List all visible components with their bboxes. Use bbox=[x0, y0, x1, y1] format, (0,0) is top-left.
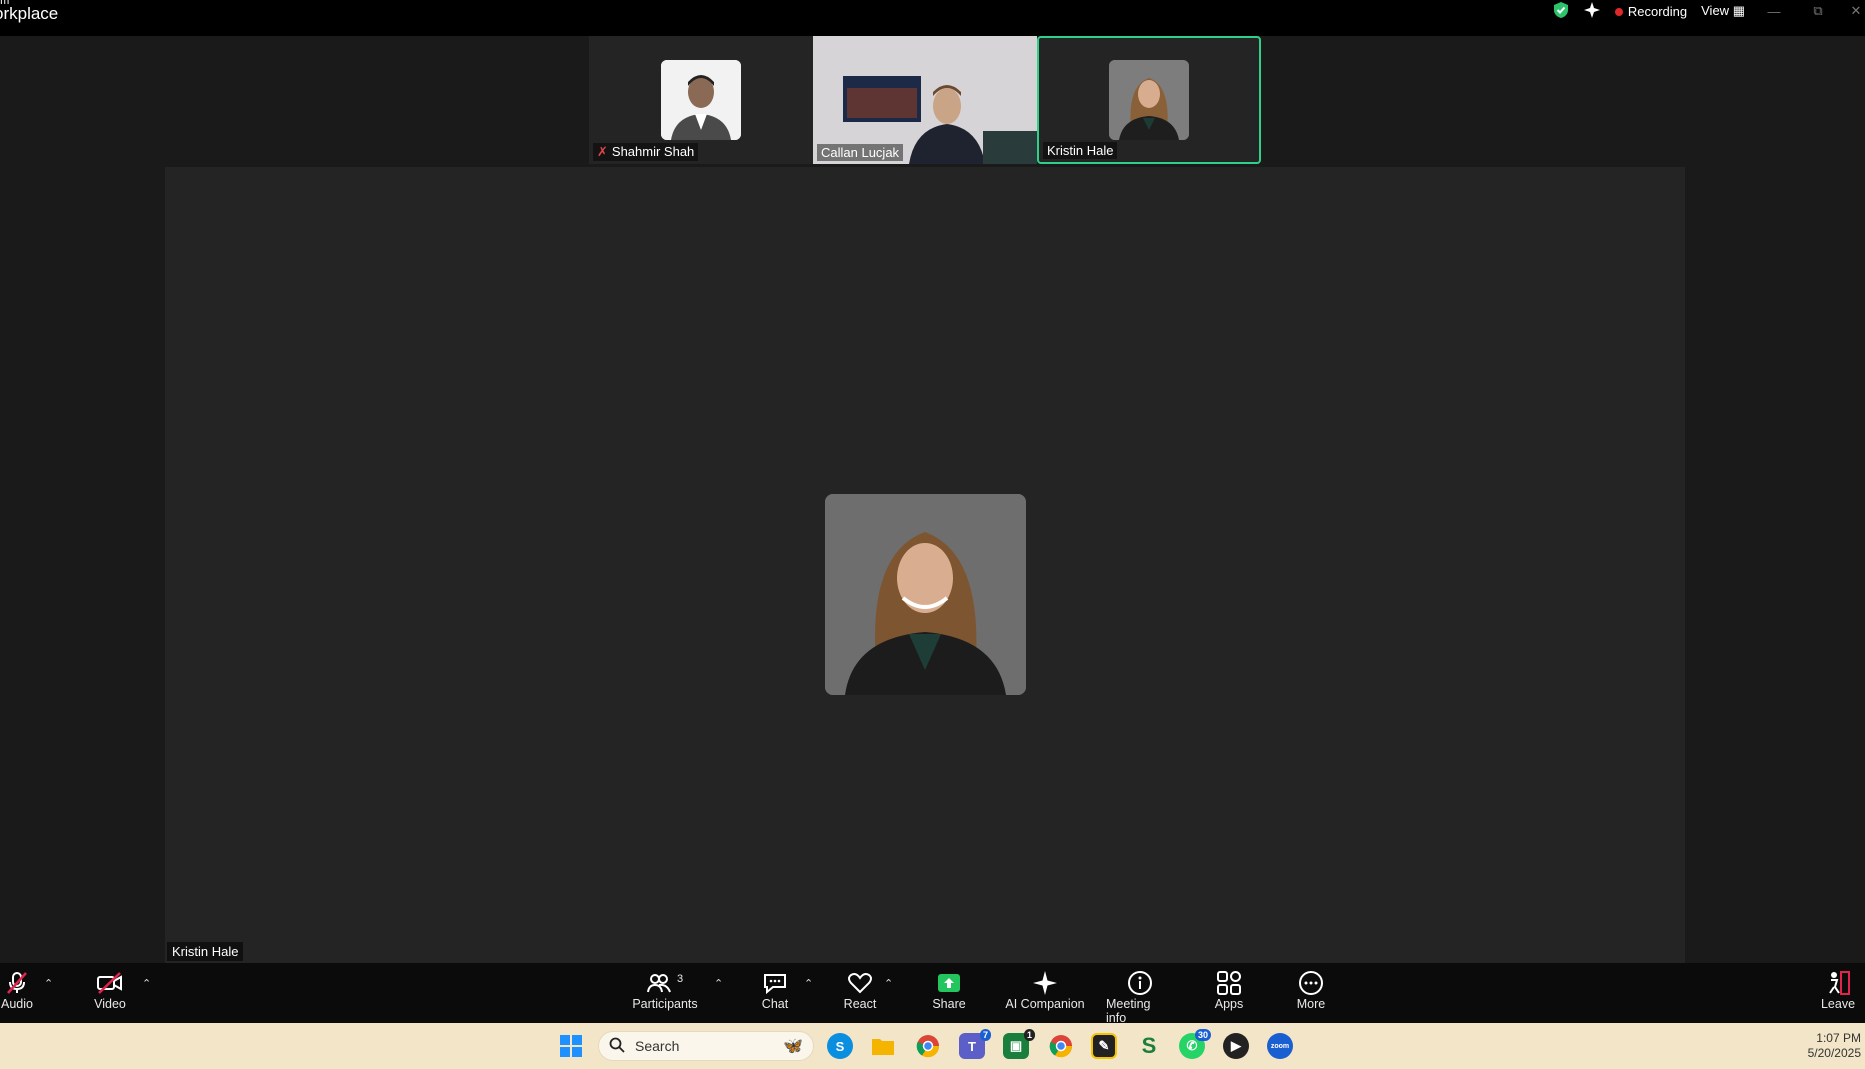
avatar bbox=[1109, 60, 1189, 140]
file-explorer-icon[interactable] bbox=[870, 1033, 896, 1059]
apps-button[interactable]: Apps bbox=[1214, 969, 1244, 1011]
info-icon bbox=[1127, 969, 1153, 997]
search-highlight-icon: 🦋 bbox=[783, 1038, 803, 1055]
react-options-chevron-icon[interactable]: ⌃ bbox=[884, 977, 893, 990]
ai-sparkle-icon bbox=[1032, 969, 1058, 997]
title-bar-controls: Recording View ▦ — ⧉ ✕ bbox=[1539, 0, 1865, 22]
chrome-profile-icon[interactable] bbox=[1048, 1033, 1074, 1059]
view-label: View bbox=[1701, 3, 1730, 18]
apps-icon bbox=[1216, 969, 1242, 997]
teams-icon[interactable]: T7 bbox=[959, 1029, 991, 1059]
audio-label: Audio bbox=[1, 997, 33, 1011]
tile-name-text: Callan Lucjak bbox=[821, 145, 900, 160]
shield-icon[interactable] bbox=[1553, 1, 1569, 22]
sharepoint-icon[interactable]: S bbox=[1136, 1033, 1162, 1059]
audio-options-chevron-icon[interactable]: ⌃ bbox=[44, 977, 53, 990]
heart-icon bbox=[847, 969, 873, 997]
whatsapp-badge: 30 bbox=[1194, 1029, 1211, 1041]
app-title-line2: orkplace bbox=[0, 4, 59, 23]
chat-label: Chat bbox=[761, 997, 789, 1011]
tile-name-label: Kristin Hale bbox=[1043, 142, 1118, 159]
minimize-icon[interactable]: — bbox=[1759, 4, 1789, 19]
chrome-icon[interactable] bbox=[915, 1033, 941, 1059]
ai-companion-button[interactable]: AI Companion bbox=[1005, 969, 1085, 1011]
share-button[interactable]: Share bbox=[932, 969, 966, 1011]
react-button[interactable]: React bbox=[843, 969, 877, 1011]
participants-icon: 3 bbox=[646, 969, 684, 997]
meeting-info-button[interactable]: Meeting info bbox=[1106, 969, 1174, 1025]
video-label: Video bbox=[94, 997, 126, 1011]
ai-companion-label: AI Companion bbox=[1005, 997, 1085, 1011]
title-bar: om orkplace Recording View ▦ — ⧉ ✕ bbox=[0, 0, 1865, 36]
close-icon[interactable]: ✕ bbox=[1847, 3, 1865, 19]
app-title: om orkplace bbox=[0, 0, 58, 22]
zoom-icon-label: zoom bbox=[1270, 1042, 1290, 1050]
muted-mic-icon: ✗ bbox=[597, 144, 608, 159]
whatsapp-icon[interactable]: ✆ 30 bbox=[1179, 1029, 1211, 1059]
participants-button[interactable]: 3 Participants bbox=[632, 969, 698, 1011]
windows-start-icon[interactable] bbox=[558, 1033, 584, 1059]
participant-strip: ✗ Shahmir Shah Callan Lucjak Kristin Hale bbox=[589, 36, 1261, 164]
recording-indicator[interactable]: Recording bbox=[1614, 3, 1688, 19]
search-icon bbox=[609, 1037, 625, 1056]
more-icon bbox=[1298, 969, 1324, 997]
more-button[interactable]: More bbox=[1296, 969, 1326, 1011]
recording-label: Recording bbox=[1627, 3, 1688, 19]
os-taskbar: Search 🦋 S T7 ▣ 1 ✎ S ✆ 30 ▶ zoom 1:07 PM … bbox=[0, 1023, 1865, 1069]
main-speaker-name: Kristin Hale bbox=[167, 942, 244, 961]
share-label: Share bbox=[932, 997, 966, 1011]
view-button[interactable]: View ▦ bbox=[1701, 3, 1745, 19]
tile-name-text: Kristin Hale bbox=[1047, 143, 1114, 158]
teams-badge: 7 bbox=[979, 1029, 991, 1041]
tile-name-label: ✗ Shahmir Shah bbox=[593, 143, 699, 161]
skype-icon[interactable]: S bbox=[827, 1033, 853, 1059]
chat-icon bbox=[762, 969, 788, 997]
apps-label: Apps bbox=[1214, 997, 1244, 1011]
participant-tile-callan[interactable]: Callan Lucjak bbox=[813, 36, 1037, 164]
audio-button[interactable]: Audio bbox=[0, 969, 34, 1011]
app-badge: 1 bbox=[1023, 1029, 1035, 1041]
meeting-toolbar: Audio ⌃ Video ⌃ 3 Participants ⌃ Chat ⌃ … bbox=[0, 963, 1865, 1025]
tile-name-text: Shahmir Shah bbox=[611, 144, 695, 159]
restore-icon[interactable]: ⧉ bbox=[1803, 3, 1833, 19]
chat-button[interactable]: Chat bbox=[759, 969, 791, 1011]
participants-options-chevron-icon[interactable]: ⌃ bbox=[714, 977, 723, 990]
participants-label: Participants bbox=[632, 997, 698, 1011]
chat-options-chevron-icon[interactable]: ⌃ bbox=[804, 977, 813, 990]
participants-count: 3 bbox=[676, 973, 684, 985]
record-dot-icon bbox=[1614, 7, 1623, 16]
muted-microphone-icon bbox=[5, 969, 29, 997]
zoom-icon[interactable]: zoom bbox=[1267, 1033, 1293, 1059]
sparkle-icon[interactable] bbox=[1583, 1, 1601, 22]
avatar bbox=[661, 60, 741, 140]
more-label: More bbox=[1296, 997, 1326, 1011]
meeting-info-label: Meeting info bbox=[1106, 997, 1151, 1025]
participant-tile-kristin[interactable]: Kristin Hale bbox=[1037, 36, 1261, 164]
video-options-chevron-icon[interactable]: ⌃ bbox=[142, 977, 151, 990]
tile-name-label: Callan Lucjak bbox=[817, 144, 904, 161]
taskbar-clock[interactable]: 1:07 PM 5/20/2025 bbox=[1808, 1031, 1861, 1061]
share-icon bbox=[937, 969, 961, 997]
grid-icon: ▦ bbox=[1732, 3, 1745, 18]
leave-label: Leave bbox=[1820, 997, 1856, 1011]
media-player-icon[interactable]: ▶ bbox=[1223, 1033, 1249, 1059]
sticky-notes-icon[interactable]: ✎ bbox=[1091, 1033, 1117, 1059]
taskbar-search-input[interactable]: Search 🦋 bbox=[598, 1031, 814, 1061]
video-off-icon bbox=[96, 969, 124, 997]
main-speaker-view: Kristin Hale bbox=[165, 167, 1685, 963]
main-avatar bbox=[825, 494, 1026, 695]
video-button[interactable]: Video bbox=[92, 969, 128, 1011]
app-icon[interactable]: ▣ 1 bbox=[1003, 1029, 1035, 1059]
search-placeholder: Search bbox=[635, 1038, 680, 1054]
react-label: React bbox=[843, 997, 877, 1011]
clock-date: 5/20/2025 bbox=[1807, 1046, 1861, 1060]
leave-button[interactable]: Leave bbox=[1820, 969, 1856, 1011]
participant-tile-shahmir[interactable]: ✗ Shahmir Shah bbox=[589, 36, 813, 164]
leave-icon bbox=[1825, 969, 1851, 997]
clock-time: 1:07 PM bbox=[1816, 1031, 1861, 1045]
